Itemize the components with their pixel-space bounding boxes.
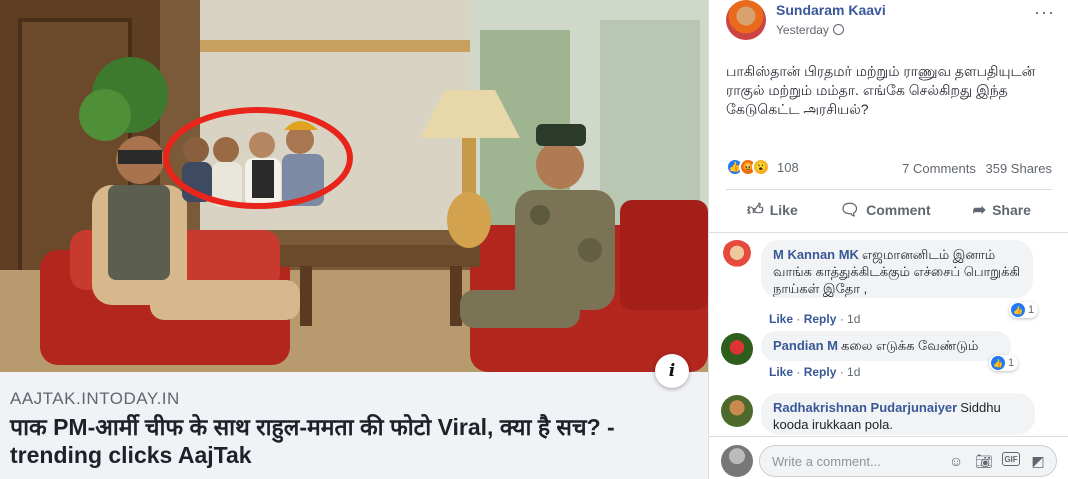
wow-reaction-icon: 😮 — [752, 158, 770, 176]
like-button[interactable]: 👍︎ Like — [747, 201, 798, 220]
comment-bubble: Radhakrishnan Pudarjunaiyer Siddhu kooda … — [761, 393, 1035, 435]
emoji-icon[interactable]: ☺ — [946, 452, 966, 470]
comment-composer: ☺ 📷︎ GIF ◩ — [709, 436, 1068, 479]
comment-text: கலை எடுக்க வேண்டும் — [841, 338, 979, 353]
comment-reactions[interactable]: 👍 1 — [989, 355, 1019, 371]
share-button[interactable]: ➦ Share — [973, 200, 1031, 220]
commenter-name[interactable]: Pandian M — [773, 338, 838, 353]
share-icon: ➦ — [972, 202, 987, 219]
commenter-name[interactable]: Radhakrishnan Pudarjunaiyer — [773, 400, 957, 415]
reaction-count[interactable]: 108 — [777, 160, 799, 175]
comment-label: Comment — [866, 202, 931, 218]
comment-icon: 🗨 — [839, 202, 861, 219]
commenter-avatar[interactable] — [721, 240, 753, 272]
comment-meta: Like · Reply · 1d — [769, 312, 861, 326]
comment-reply-link[interactable]: Reply — [804, 312, 837, 326]
commenter-name[interactable]: M Kannan MK — [773, 247, 859, 262]
comment-item: Pandian M கலை எடுக்க வேண்டும் 👍 1 Like · R… — [721, 331, 1061, 385]
comment-item: Radhakrishnan Pudarjunaiyer Siddhu kooda … — [721, 393, 1061, 436]
comment-meta: Like · Reply · 1d — [769, 365, 861, 379]
composer-tools: ☺ 📷︎ GIF ◩ — [946, 452, 1048, 470]
comment-bubble: M Kannan MK எஜமானனிடம் இனாம் வாங்க காத்து… — [761, 240, 1033, 298]
comments-count[interactable]: 7 Comments — [902, 161, 976, 176]
globe-icon — [832, 24, 844, 35]
post-timestamp[interactable]: Yesterday — [776, 23, 844, 37]
link-domain[interactable]: AAJTAK.INTODAY.IN — [10, 389, 180, 409]
like-label: Like — [769, 202, 798, 218]
thumbs-up-icon: 👍︎ — [747, 201, 764, 219]
engagement-counts: 7 Comments 359 Shares — [896, 161, 1052, 176]
poster-avatar[interactable] — [726, 0, 766, 40]
comment-time[interactable]: 1d — [847, 312, 860, 326]
comment-input-box[interactable]: ☺ 📷︎ GIF ◩ — [759, 445, 1057, 477]
post-panel: Sundaram Kaavi Yesterday ··· பாகிஸ்தான் … — [708, 0, 1068, 479]
divider — [726, 189, 1052, 190]
comment-bubble: Pandian M கலை எடுக்க வேண்டும் — [761, 331, 1011, 361]
link-preview[interactable]: i AAJTAK.INTODAY.IN पाक PM-आर्मी चीफ के … — [0, 0, 708, 479]
comment-like-link[interactable]: Like — [769, 312, 793, 326]
like-reaction-icon: 👍 — [991, 356, 1005, 370]
like-reaction-icon: 👍 — [1011, 303, 1025, 317]
comment-time[interactable]: 1d — [847, 365, 860, 379]
post-actions: 👍︎ Like 🗨 Comment ➦ Share — [726, 192, 1052, 228]
comment-like-link[interactable]: Like — [769, 365, 793, 379]
comments-list[interactable]: M Kannan MK எஜமானனிடம் இனாம் வாங்க காத்து… — [709, 232, 1068, 436]
share-label: Share — [992, 202, 1031, 218]
info-button[interactable]: i — [655, 354, 689, 388]
shares-count[interactable]: 359 Shares — [986, 161, 1053, 176]
comment-reaction-count: 1 — [1028, 304, 1035, 316]
comment-reply-link[interactable]: Reply — [804, 365, 837, 379]
poster-name[interactable]: Sundaram Kaavi — [776, 2, 886, 18]
gif-icon[interactable]: GIF — [1002, 452, 1020, 466]
comment-button[interactable]: 🗨 Comment — [840, 200, 931, 220]
commenter-avatar[interactable] — [721, 333, 753, 365]
preview-photo[interactable] — [0, 0, 708, 372]
reactions-summary[interactable]: 👍 😡 😮 108 — [726, 158, 799, 176]
comment-item: M Kannan MK எஜமானனிடம் இனாம் வாங்க காத்து… — [721, 240, 1061, 332]
commenter-avatar[interactable] — [721, 395, 753, 427]
sticker-icon[interactable]: ◩ — [1028, 452, 1048, 470]
comment-reactions[interactable]: 👍 1 — [1009, 302, 1039, 318]
camera-icon[interactable]: 📷︎ — [974, 452, 994, 470]
comment-reaction-count: 1 — [1008, 357, 1015, 369]
comment-input[interactable] — [772, 446, 942, 476]
current-user-avatar[interactable] — [721, 445, 753, 477]
post-text: பாகிஸ்தான் பிரதமர் மற்றும் ராணுவ தளபதியு… — [726, 63, 1036, 117]
post-time-text[interactable]: Yesterday — [776, 23, 829, 37]
link-headline[interactable]: पाक PM-आर्मी चीफ के साथ राहुल-ममता की फो… — [10, 413, 700, 469]
post-options-button[interactable]: ··· — [1034, 2, 1055, 23]
